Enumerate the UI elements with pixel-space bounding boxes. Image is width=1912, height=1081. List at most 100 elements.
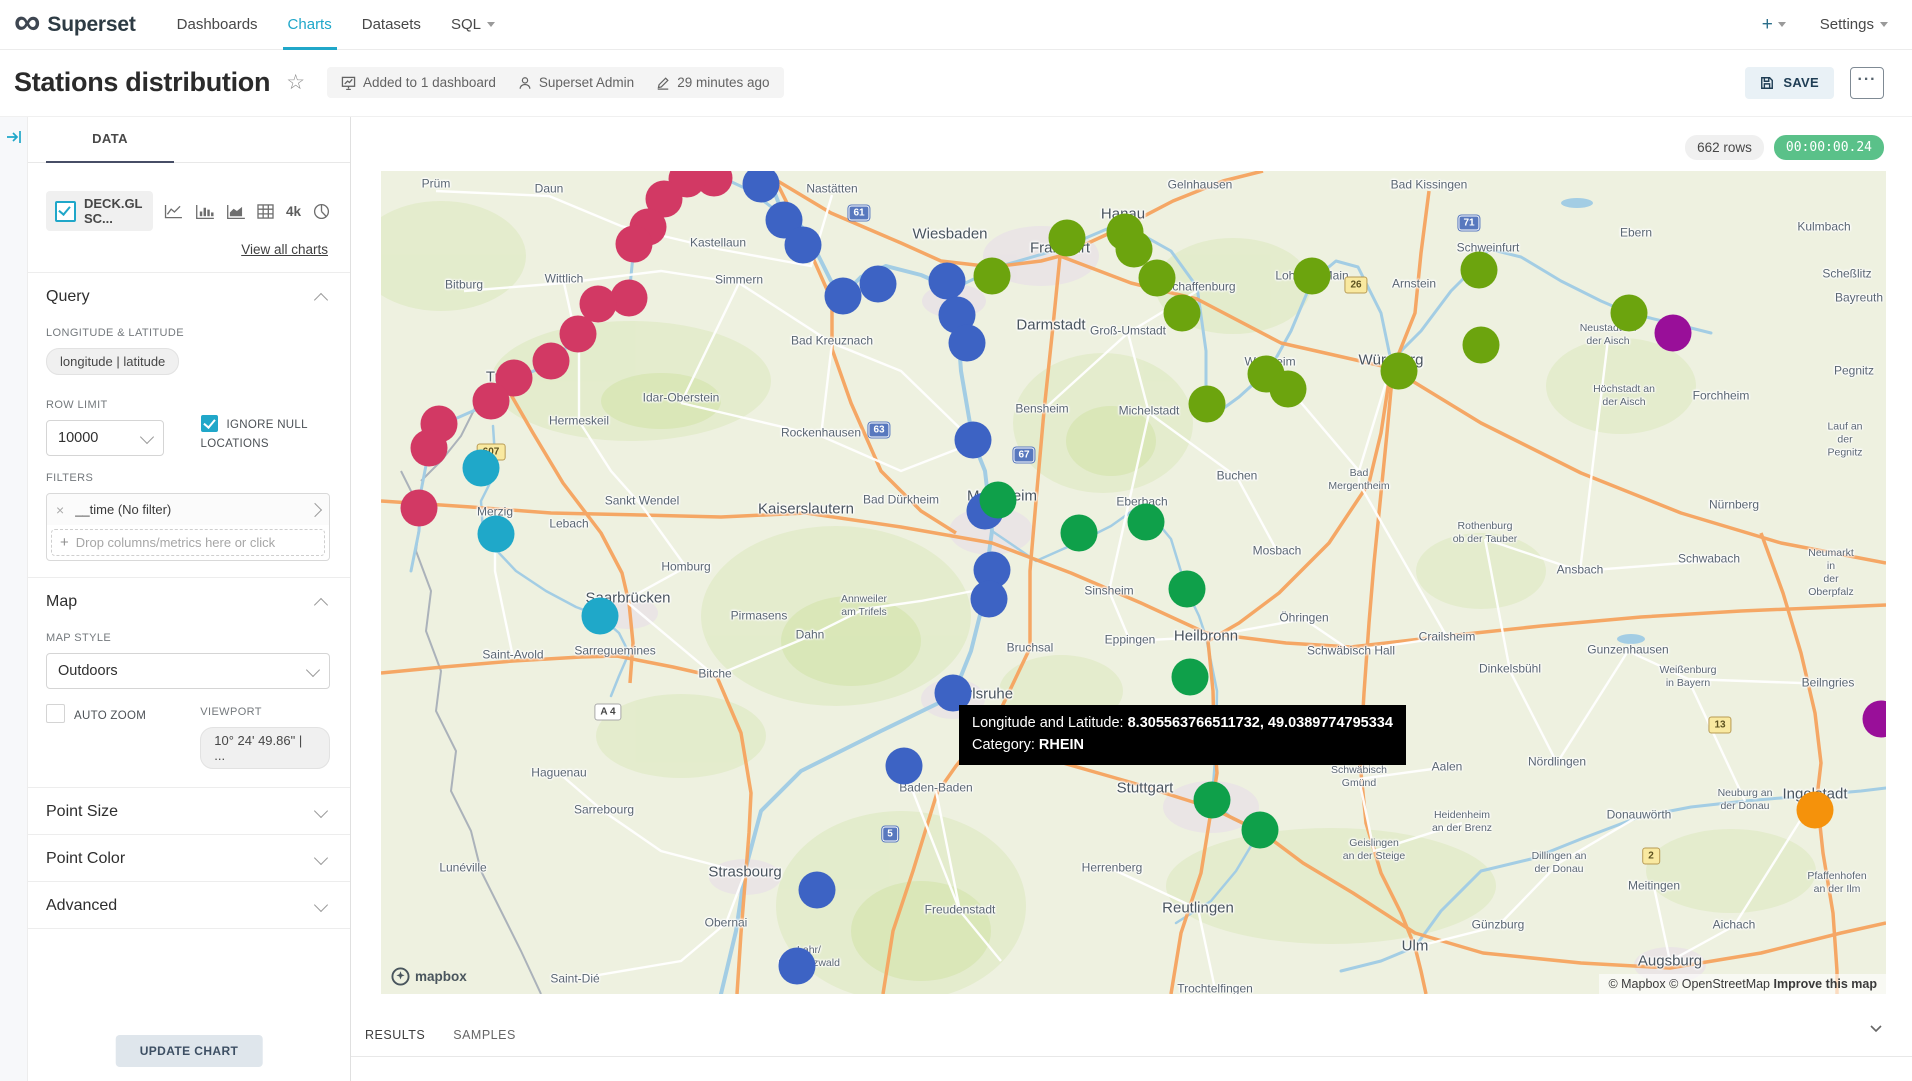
map-point[interactable] [478, 516, 515, 553]
map-point[interactable] [463, 450, 500, 487]
map-point[interactable] [411, 430, 448, 467]
map-point[interactable] [560, 316, 597, 353]
update-chart-button[interactable]: UPDATE CHART [116, 1035, 263, 1067]
map-point[interactable] [949, 325, 986, 362]
map-point[interactable] [971, 581, 1008, 618]
map-point[interactable] [1189, 386, 1226, 423]
new-item-button[interactable]: + [1762, 14, 1786, 36]
control-panel: DATA DECK.GL SC... 4k [28, 116, 351, 1081]
ignore-null-checkbox[interactable] [201, 415, 218, 432]
road-shield: 61 [848, 206, 869, 221]
collapse-panel-icon[interactable] [6, 129, 22, 145]
map-canvas[interactable]: Longitude and Latitude: 8.30556376651173… [381, 171, 1886, 994]
road-shield: 71 [1458, 216, 1479, 231]
viz-type-row: DECK.GL SC... 4k [46, 191, 330, 231]
collapse-results-icon[interactable] [1868, 1020, 1884, 1036]
tab-samples[interactable]: SAMPLES [453, 1028, 516, 1042]
map-point[interactable] [616, 226, 653, 263]
map-point[interactable] [1611, 295, 1648, 332]
map-point[interactable] [1194, 782, 1231, 819]
favorite-star-icon[interactable]: ☆ [286, 70, 305, 95]
dashboard-icon [341, 76, 356, 90]
close-icon[interactable]: × [56, 502, 64, 518]
map-point[interactable] [533, 343, 570, 380]
map-point[interactable] [1463, 327, 1500, 364]
map-point[interactable] [1461, 252, 1498, 289]
map-point[interactable] [860, 266, 897, 303]
rowlimit-label: ROW LIMIT [46, 399, 164, 411]
map-point[interactable] [1061, 515, 1098, 552]
map-point[interactable] [611, 280, 648, 317]
nav-item-datasets[interactable]: Datasets [347, 0, 436, 49]
road-shield: 67 [1013, 448, 1034, 463]
auto-zoom-checkbox[interactable] [46, 704, 65, 723]
filter-chip[interactable]: × __time (No filter) [47, 494, 329, 525]
map-point[interactable] [974, 258, 1011, 295]
map-point[interactable] [1270, 371, 1307, 408]
map-point[interactable] [1655, 315, 1692, 352]
filter-drop-zone[interactable]: + Drop columns/metrics here or click [51, 529, 325, 556]
brand-name[interactable]: Superset [47, 13, 135, 37]
meta-label: Superset Admin [539, 75, 634, 90]
rowlimit-select[interactable]: 10000 [46, 420, 164, 456]
viz-type-chip[interactable]: DECK.GL SC... [46, 191, 153, 231]
view-all-charts-link[interactable]: View all charts [46, 242, 328, 257]
map-point[interactable] [582, 598, 619, 635]
tooltip-line-2: Category: RHEIN [972, 735, 1393, 757]
viewport-chip[interactable]: 10° 24' 49.86" | ... [200, 727, 330, 769]
map-point[interactable] [785, 227, 822, 264]
road-shield: 63 [868, 423, 889, 438]
lonlat-label: LONGITUDE & LATITUDE [46, 327, 330, 339]
map-point[interactable] [1128, 504, 1165, 541]
map-point[interactable] [1242, 812, 1279, 849]
save-button[interactable]: SAVE [1745, 67, 1834, 99]
nav-item-charts[interactable]: Charts [273, 0, 347, 49]
map-point[interactable] [1164, 295, 1201, 332]
nav-item-dashboards[interactable]: Dashboards [162, 0, 273, 49]
area-chart-icon[interactable] [226, 204, 245, 219]
map-point[interactable] [1381, 353, 1418, 390]
map-point[interactable] [1139, 260, 1176, 297]
road-shield: 13 [1708, 717, 1731, 734]
section-advanced[interactable]: Advanced [46, 882, 330, 928]
map-point[interactable] [401, 490, 438, 527]
pencil-icon[interactable] [656, 76, 670, 90]
lonlat-chip[interactable]: longitude | latitude [46, 348, 179, 375]
chart-header: Stations distribution ☆ Added to 1 dashb… [0, 49, 1912, 117]
mapbox-logo[interactable]: mapbox [391, 967, 467, 986]
map-section-header[interactable]: Map [46, 578, 330, 624]
more-options-button[interactable]: ··· [1850, 67, 1884, 99]
map-point[interactable] [799, 872, 836, 909]
bar-chart-icon[interactable] [195, 204, 214, 219]
improve-map-link[interactable]: Improve this map [1774, 977, 1878, 991]
map-point[interactable] [473, 383, 510, 420]
nav-links: DashboardsChartsDatasetsSQL [162, 0, 510, 49]
map-point[interactable] [1797, 792, 1834, 829]
map-point[interactable] [779, 948, 816, 985]
viewport-field: VIEWPORT 10° 24' 49.86" | ... [200, 704, 330, 769]
table-icon[interactable] [257, 204, 274, 219]
map-point[interactable] [1169, 571, 1206, 608]
map-point[interactable] [955, 422, 992, 459]
map-point[interactable] [1049, 220, 1086, 257]
query-section-header[interactable]: Query [46, 273, 330, 319]
tab-data[interactable]: DATA [46, 116, 174, 163]
map-point[interactable] [825, 278, 862, 315]
pie-chart-icon[interactable] [313, 203, 330, 220]
line-chart-icon[interactable] [164, 204, 183, 219]
nav-item-sql[interactable]: SQL [436, 0, 510, 49]
user-icon [518, 76, 532, 90]
chevron-down-icon [306, 662, 320, 676]
section-point-color[interactable]: Point Color [46, 835, 330, 881]
tab-results[interactable]: RESULTS [365, 1028, 425, 1042]
viz-4k-badge[interactable]: 4k [286, 204, 301, 219]
map-style-select[interactable]: Outdoors [46, 653, 330, 689]
map-point[interactable] [980, 482, 1017, 519]
section-point-size[interactable]: Point Size [46, 788, 330, 834]
map-point[interactable] [1172, 659, 1209, 696]
settings-menu[interactable]: Settings [1820, 16, 1888, 33]
map-point[interactable] [886, 748, 923, 785]
chevron-up-icon [314, 597, 328, 611]
map-point[interactable] [929, 263, 966, 300]
map-point[interactable] [1294, 258, 1331, 295]
